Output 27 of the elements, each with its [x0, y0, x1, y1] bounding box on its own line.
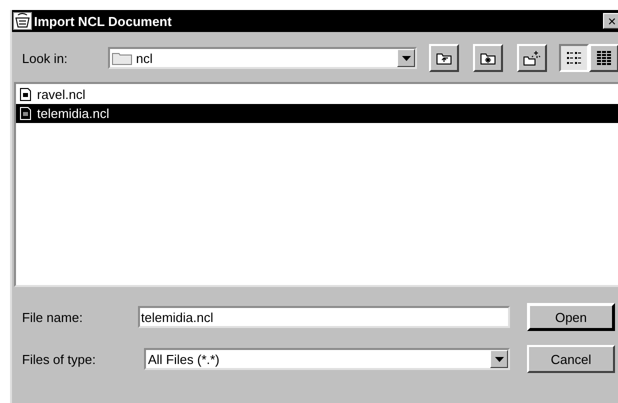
new-folder-icon — [523, 50, 542, 66]
folder-star-icon — [480, 51, 496, 65]
folder-up-icon — [436, 51, 452, 65]
look-in-label: Look in: — [22, 50, 69, 66]
open-button[interactable]: Open — [527, 303, 615, 331]
dropdown-arrow-icon — [402, 56, 411, 60]
details-view-button[interactable] — [589, 44, 618, 72]
dropdown-arrow-icon — [494, 356, 504, 362]
file-list-item[interactable]: telemidia.ncl — [16, 104, 618, 123]
file-type-value: All Files (*.*) — [147, 352, 221, 366]
file-type-label: Files of type: — [22, 352, 97, 366]
cancel-button[interactable]: Cancel — [527, 345, 615, 373]
up-folder-button[interactable] — [429, 44, 460, 72]
window-title: Import NCL Document — [34, 14, 173, 28]
new-folder-button[interactable] — [517, 44, 548, 72]
file-name-field[interactable]: telemidia.ncl — [138, 306, 510, 328]
file-icon — [20, 88, 31, 101]
close-button[interactable]: × — [603, 13, 618, 29]
folder-icon — [112, 51, 132, 65]
file-type-dropdown[interactable]: All Files (*.*) — [144, 348, 510, 370]
list-view-button[interactable] — [559, 44, 590, 72]
file-name-label: File name: — [22, 310, 84, 324]
list-view-icon — [566, 51, 582, 65]
look-in-value: ncl — [136, 50, 153, 66]
file-icon — [20, 107, 31, 120]
look-in-dropdown[interactable]: ncl — [108, 47, 418, 69]
details-view-icon — [596, 51, 612, 65]
